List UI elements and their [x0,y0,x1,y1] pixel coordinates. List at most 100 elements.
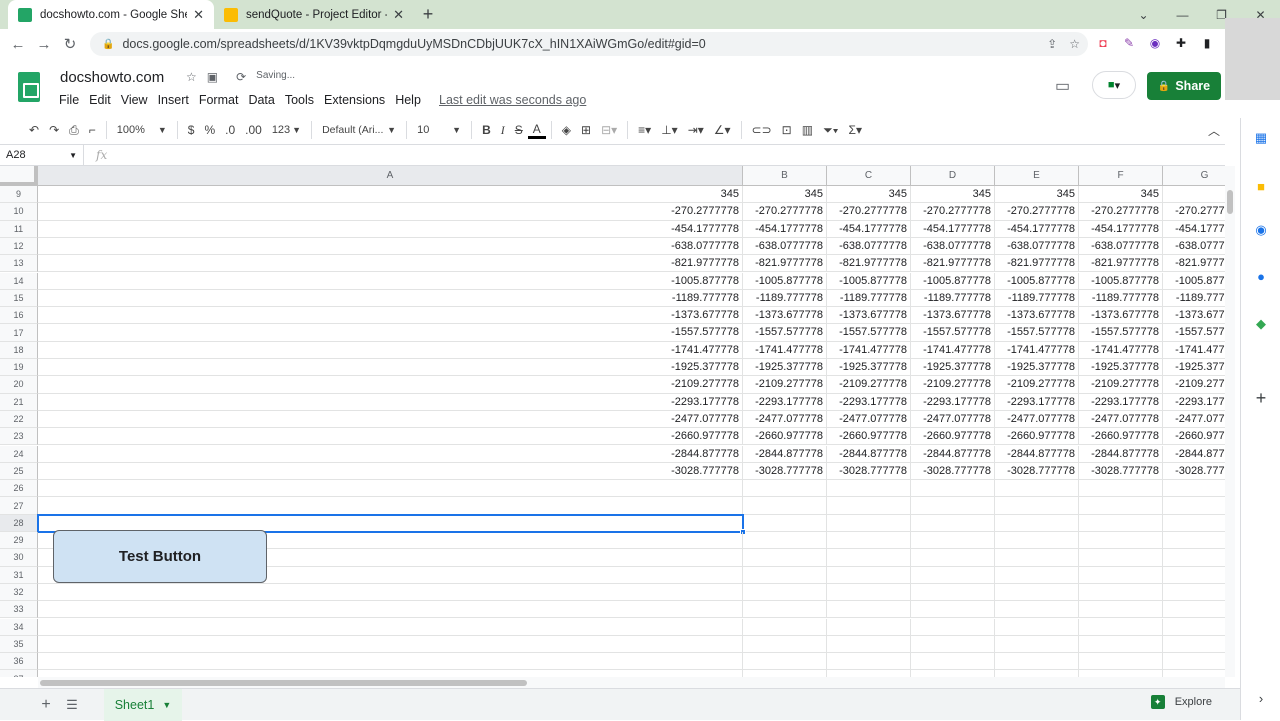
cell[interactable]: -1741.477778 [827,341,911,359]
cell[interactable]: -454.1777778 [1163,221,1225,238]
cell[interactable]: -2293.177778 [38,393,743,411]
column-header-f[interactable]: F [1079,166,1163,186]
cell[interactable]: -2109.277778 [38,376,743,394]
keep-icon[interactable]: ■ [1253,178,1269,194]
cell[interactable]: -1925.377778 [1079,359,1163,377]
browser-tab-sheets[interactable]: docshowto.com - Google Sheets ✕ [8,0,214,29]
percent-format-button[interactable]: % [199,119,220,141]
merge-cells-icon[interactable]: ⊟▾ [596,119,622,141]
cell[interactable] [995,514,1079,532]
cell[interactable] [743,583,827,602]
new-tab-button[interactable]: + [414,0,442,29]
row-header[interactable]: 31 [0,566,38,584]
cell[interactable]: -2109.277778 [1079,376,1163,394]
cell[interactable]: 345 [1079,186,1163,204]
spreadsheet-grid[interactable]: ABCDEFG934534534534534534534510-270.2777… [0,166,1225,677]
fill-color-icon[interactable]: ◈ [557,119,576,141]
cell[interactable]: -1189.777778 [911,289,995,308]
cell[interactable] [1163,515,1225,532]
cell[interactable]: -638.0777778 [1079,237,1163,256]
menu-view[interactable]: View [121,93,148,107]
cell[interactable]: -1925.377778 [38,359,743,377]
row-header[interactable]: 34 [0,618,38,636]
cell[interactable]: -821.9777778 [911,255,995,273]
insert-chart-icon[interactable]: ▥ [797,119,818,141]
cell[interactable] [743,514,827,532]
insert-link-icon[interactable]: ⊂⊃ [747,119,777,141]
menu-edit[interactable]: Edit [89,93,111,107]
cell[interactable]: 345 [1163,186,1225,204]
increase-decimal-button[interactable]: .00 [240,119,267,141]
cell[interactable]: -454.1777778 [827,220,911,238]
cell[interactable] [911,480,995,498]
cell[interactable]: -2109.277778 [1163,376,1225,394]
cell[interactable]: -2293.177778 [1079,393,1163,411]
cell[interactable]: -2660.977778 [911,428,995,446]
reload-icon[interactable]: ↻ [57,35,83,53]
color-picker-icon[interactable]: ◉ [1147,35,1163,51]
cell[interactable]: 345 [911,186,995,204]
last-edit-link[interactable]: Last edit was seconds ago [439,93,586,107]
back-icon[interactable]: ← [5,36,31,53]
cell[interactable] [995,618,1079,636]
cell[interactable] [911,601,995,619]
cell[interactable]: -2844.877778 [1163,446,1225,463]
sheets-logo-icon[interactable] [18,72,40,102]
cell[interactable]: -2844.877778 [995,445,1079,463]
font-select[interactable]: Default (Ari... ▼ [317,119,401,141]
document-title[interactable]: docshowto.com [60,69,164,86]
cell[interactable]: -454.1777778 [743,220,827,238]
cell[interactable]: -2293.177778 [995,393,1079,411]
cell[interactable]: -1925.377778 [911,359,995,377]
cell[interactable]: -1925.377778 [743,359,827,377]
undo-icon[interactable]: ↶ [24,119,44,141]
test-button-drawing[interactable]: Test Button [53,530,267,583]
cell[interactable]: -1373.677778 [1079,307,1163,325]
cell[interactable]: -2660.977778 [995,428,1079,446]
tasks-icon[interactable]: ◉ [1253,222,1269,238]
cell[interactable]: -1189.777778 [995,289,1079,308]
cell[interactable] [995,601,1079,619]
name-box[interactable]: A28 ▼ [0,145,84,165]
cell[interactable]: -3028.777778 [1079,462,1163,481]
cell[interactable] [1163,619,1225,636]
column-header-c[interactable]: C [827,166,911,186]
cell[interactable] [743,532,827,550]
cell[interactable]: -1189.777778 [743,289,827,308]
cell[interactable] [827,583,911,602]
menu-tools[interactable]: Tools [285,93,314,107]
cell[interactable]: -3028.777778 [1163,463,1225,481]
cell[interactable] [827,480,911,498]
text-wrapping-icon[interactable]: ⇥▾ [683,119,709,141]
row-header[interactable]: 16 [0,307,38,325]
add-addon-icon[interactable]: + [1253,388,1269,408]
row-header[interactable]: 11 [0,220,38,238]
cell[interactable] [827,618,911,636]
row-header[interactable]: 33 [0,601,38,619]
calendar-icon[interactable]: ▦ [1253,130,1269,146]
redo-icon[interactable]: ↷ [44,119,64,141]
cell[interactable]: 345 [743,186,827,204]
cell[interactable]: -2477.077778 [743,410,827,429]
pen-icon[interactable]: ✎ [1121,35,1137,51]
cell[interactable] [743,566,827,584]
cell[interactable] [911,583,995,602]
italic-button[interactable]: I [496,119,510,141]
cell[interactable]: -1557.577778 [911,324,995,342]
cell[interactable] [1079,514,1163,532]
print-icon[interactable]: ⎙ [64,119,84,141]
cell[interactable]: -270.2777778 [743,203,827,221]
cell[interactable] [1163,549,1225,567]
maps-icon[interactable]: ◆ [1253,316,1269,332]
cell[interactable] [911,618,995,636]
menu-file[interactable]: File [59,93,79,107]
cell[interactable]: -1005.877778 [38,272,743,290]
cell[interactable] [911,635,995,654]
cell[interactable]: -638.0777778 [911,237,995,256]
cell[interactable]: -2844.877778 [743,445,827,463]
cell[interactable] [911,532,995,550]
cell[interactable]: -2293.177778 [1163,394,1225,411]
pocket-icon[interactable]: ◘ [1095,35,1111,51]
cell[interactable]: -2293.177778 [827,393,911,411]
cell[interactable] [1163,636,1225,654]
